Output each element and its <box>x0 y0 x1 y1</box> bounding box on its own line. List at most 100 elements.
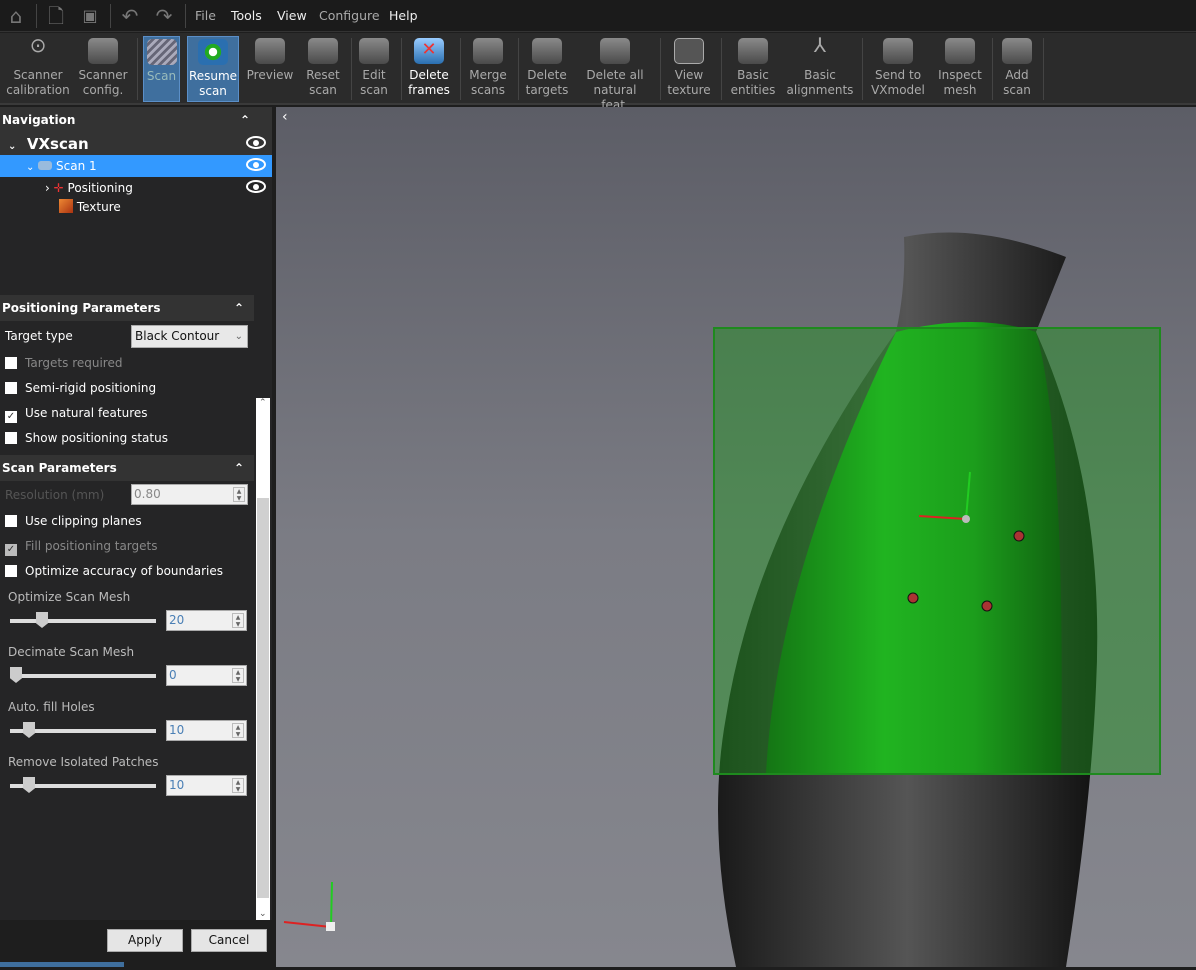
resume-scan-button[interactable]: Resume scan <box>187 36 239 102</box>
delete-frames-button[interactable]: ✕ Delete frames <box>405 36 453 102</box>
slider-value-input[interactable]: 10 ▲ ▼ <box>166 720 247 741</box>
send-to-vxmodel-button[interactable]: Send to VXmodel <box>868 36 928 102</box>
slider-label: Remove Isolated Patches <box>8 755 159 769</box>
axes-icon: ⅄ <box>813 33 827 57</box>
3d-viewport[interactable]: ‹ <box>276 107 1196 967</box>
expand-icon[interactable]: ⌄ <box>26 162 34 173</box>
mesh-icon <box>945 38 975 64</box>
slider-thumb[interactable] <box>23 777 35 793</box>
tree-item-texture[interactable]: Texture <box>0 196 272 218</box>
scroll-down-icon[interactable]: ⌄ <box>259 909 267 919</box>
delete-targets-button[interactable]: Delete targets <box>522 36 572 102</box>
edit-scan-button[interactable]: Edit scan <box>354 36 394 102</box>
collapse-icon[interactable]: ⌃ <box>240 107 250 133</box>
slider-value-input[interactable]: 0 ▲ ▼ <box>166 665 247 686</box>
collapse-icon[interactable]: ⌃ <box>234 295 244 321</box>
texture-icon <box>59 199 73 213</box>
collapse-icon[interactable]: ⌃ <box>234 455 244 481</box>
scanner-config-button[interactable]: Scanner config. <box>76 36 130 102</box>
apply-button[interactable]: Apply <box>107 929 183 952</box>
scan-icon <box>38 161 53 170</box>
preview-button[interactable]: Preview <box>246 36 294 102</box>
divider <box>351 38 352 100</box>
scan-parameters-header[interactable]: Scan Parameters ⌃ <box>0 455 254 481</box>
menu-configure[interactable]: Configure <box>319 8 380 23</box>
expand-icon[interactable]: ⌄ <box>8 141 16 152</box>
delete-frames-icon: ✕ <box>414 38 444 64</box>
spin-arrows-icon[interactable]: ▲ ▼ <box>232 723 244 738</box>
use-clipping-planes-checkbox[interactable]: Use clipping planes <box>0 509 272 534</box>
slider-thumb[interactable] <box>10 667 22 683</box>
tree-item-vxscan[interactable]: ⌄ VXscan <box>0 133 272 155</box>
redo-icon[interactable]: ↷ <box>152 4 176 28</box>
spin-arrows-icon[interactable]: ▲ ▼ <box>232 668 244 683</box>
positioning-icon: ✛ <box>53 181 64 195</box>
visibility-eye-icon[interactable] <box>246 180 266 193</box>
visibility-eye-icon[interactable] <box>246 136 266 149</box>
semi-rigid-positioning-checkbox[interactable]: Semi-rigid positioning <box>0 376 272 401</box>
spin-arrows-icon[interactable]: ▲ ▼ <box>232 613 244 628</box>
menu-help[interactable]: Help <box>389 8 418 23</box>
spin-arrows-icon[interactable]: ▲ ▼ <box>233 487 245 502</box>
entities-icon <box>738 38 768 64</box>
cancel-button[interactable]: Cancel <box>191 929 267 952</box>
use-natural-features-checkbox[interactable]: ✓ Use natural features <box>0 401 272 426</box>
scanner-calibration-button[interactable]: ⊙ Scanner calibration <box>4 35 72 102</box>
new-file-icon[interactable]: 🗋 <box>44 4 68 28</box>
resolution-input[interactable]: 0.80 ▲ ▼ <box>131 484 248 505</box>
divider <box>460 38 461 100</box>
inspect-mesh-button[interactable]: Inspect mesh <box>934 36 986 102</box>
menu-file[interactable]: File <box>195 8 216 23</box>
save-icon[interactable]: ▣ <box>78 4 102 28</box>
status-strip <box>0 962 124 967</box>
slider-value-input[interactable]: 10 ▲ ▼ <box>166 775 247 796</box>
texture-icon <box>674 38 704 64</box>
parameters-scrollbar[interactable]: ⌃ ⌄ <box>256 398 270 920</box>
checkbox: ✓ <box>5 544 17 556</box>
merge-scans-button[interactable]: Merge scans <box>464 36 512 102</box>
reset-scan-button[interactable]: Reset scan <box>300 36 346 102</box>
basic-entities-button[interactable]: Basic entities <box>727 36 779 102</box>
positioning-target <box>981 600 993 612</box>
optimize-accuracy-boundaries-checkbox[interactable]: Optimize accuracy of boundaries <box>0 559 272 584</box>
add-scan-button[interactable]: Add scan <box>996 36 1038 102</box>
tree-item-scan-1[interactable]: ⌄ Scan 1 <box>0 155 272 177</box>
undo-icon[interactable]: ↶ <box>118 4 142 28</box>
delete-targets-icon <box>532 38 562 64</box>
targets-required-checkbox[interactable]: Targets required <box>0 351 272 376</box>
slider-track[interactable] <box>10 722 156 738</box>
home-icon[interactable]: ⌂ <box>4 4 28 28</box>
slider-value-input[interactable]: 20 ▲ ▼ <box>166 610 247 631</box>
checkbox <box>5 565 17 577</box>
checkbox <box>5 432 17 444</box>
mesh-sliders: Optimize Scan Mesh 20 ▲ ▼ Decimate Scan Mes… <box>0 584 272 804</box>
divider <box>660 38 661 100</box>
target-type-select[interactable]: Black Contour ⌄ <box>131 325 248 348</box>
fill-positioning-targets-checkbox[interactable]: ✓ Fill positioning targets <box>0 534 272 559</box>
show-positioning-status-checkbox[interactable]: Show positioning status <box>0 426 272 451</box>
view-texture-button[interactable]: View texture <box>664 36 714 102</box>
scrollbar-thumb[interactable] <box>257 498 269 898</box>
menu-tools[interactable]: Tools <box>231 8 262 23</box>
collapse-panel-icon[interactable]: ‹ <box>282 109 288 125</box>
basic-alignments-button[interactable]: ⅄ Basic alignments <box>785 33 855 102</box>
divider <box>36 4 37 28</box>
slider-track[interactable] <box>10 612 156 628</box>
menu-view[interactable]: View <box>277 8 307 23</box>
slider-thumb[interactable] <box>36 612 48 628</box>
positioning-target <box>1013 530 1025 542</box>
slider-track[interactable] <box>10 667 156 683</box>
delete-all-natural-features-button[interactable]: Delete all natural feat. <box>578 36 652 112</box>
scroll-up-icon[interactable]: ⌃ <box>259 398 267 408</box>
visibility-eye-icon[interactable] <box>246 158 266 171</box>
slider-thumb[interactable] <box>23 722 35 738</box>
navigation-header[interactable]: Navigation ⌃ <box>0 107 272 133</box>
slider-track[interactable] <box>10 777 156 793</box>
wrench-icon <box>359 38 389 64</box>
resolution-row: Resolution (mm) 0.80 ▲ ▼ <box>0 481 272 509</box>
expand-icon[interactable]: › <box>45 181 50 195</box>
positioning-parameters-header[interactable]: Positioning Parameters ⌃ <box>0 295 254 321</box>
spin-arrows-icon[interactable]: ▲ ▼ <box>232 778 244 793</box>
vxmodel-icon <box>883 38 913 64</box>
scan-button[interactable]: Scan <box>143 36 180 102</box>
